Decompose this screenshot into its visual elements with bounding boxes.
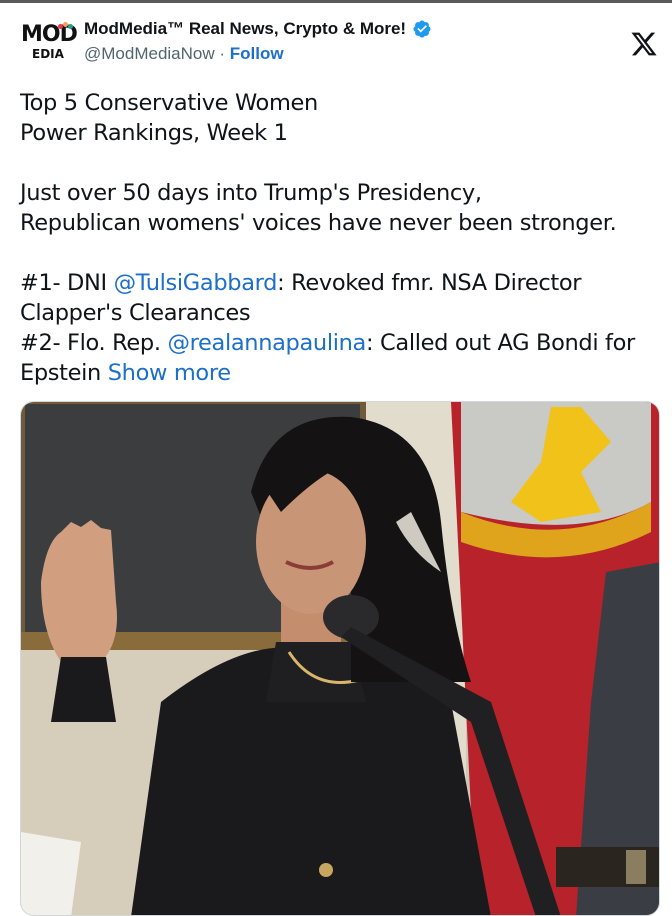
logo-text-bottom: EDIA [32,47,64,61]
follow-button[interactable]: Follow [230,44,284,63]
handle-separator: · [214,44,230,63]
verified-badge-icon [413,20,431,38]
handle-row: @ModMediaNow · Follow [84,44,284,64]
mention-realannapaulina[interactable]: @realannapaulina [167,330,366,356]
logo-color-dots [58,22,74,30]
ranking-1-prefix: #1- DNI [20,270,114,296]
account-avatar[interactable]: MOD EDIA [18,20,78,64]
display-name[interactable]: ModMedia™ Real News, Crypto & More! [84,19,406,39]
ranking-2-text-cont: Epstein [20,360,108,386]
mention-tulsigabbard[interactable]: @TulsiGabbard [114,270,278,296]
tweet-line: Power Rankings, Week 1 [20,120,288,146]
tweet-line: Republican womens' voices have never bee… [20,210,617,236]
ranking-1-text-cont: Clapper's Clearances [20,300,251,326]
account-handle[interactable]: @ModMediaNow [84,44,215,63]
ranking-1-text: : Revoked fmr. NSA Director [277,270,582,296]
x-logo-icon[interactable] [629,30,659,58]
window-top-edge [0,0,672,3]
ranking-2-prefix: #2- Flo. Rep. [20,330,168,356]
tweet-text: Top 5 Conservative Women Power Rankings,… [20,88,660,388]
photo-illustration [21,402,659,915]
tweet-line: Top 5 Conservative Women [20,90,318,116]
tweet-photo[interactable] [20,401,660,916]
tweet-header: MOD EDIA ModMedia™ Real News, Crypto & M… [18,16,664,72]
tweet-line: Just over 50 days into Trump's Presidenc… [20,180,482,206]
show-more-link[interactable]: Show more [108,360,231,386]
name-row: ModMedia™ Real News, Crypto & More! [84,18,432,40]
ranking-2-text: : Called out AG Bondi for [365,330,635,356]
